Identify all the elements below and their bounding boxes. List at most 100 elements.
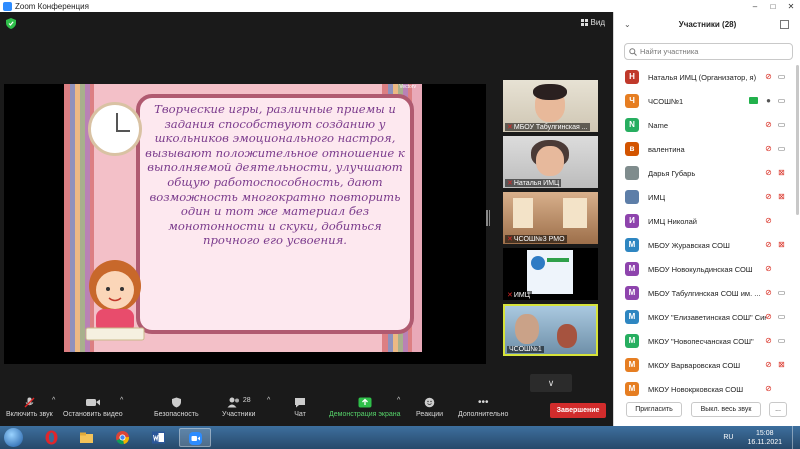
screen-share-view[interactable]: Vectorv Творческие игры, различные прием… xyxy=(4,84,486,364)
video-thumbnail[interactable]: ✕ЧСОШ№3 РМО xyxy=(503,192,598,244)
screen-sharing-icon xyxy=(749,97,758,104)
taskbar-zoom[interactable] xyxy=(179,428,211,447)
taskbar-opera[interactable] xyxy=(36,428,68,447)
thumbnails-scroll-down-button[interactable]: ∨ xyxy=(530,374,572,392)
thumbnail-name: ЧСОШ№1 xyxy=(507,346,544,353)
collapse-chevron-icon[interactable]: ⌄ xyxy=(624,20,631,29)
participant-row[interactable]: М МКОУ Варваровская СОШ ⊘ ⊠ xyxy=(614,353,800,377)
show-desktop-button[interactable] xyxy=(792,426,800,449)
taskbar-clock[interactable]: 15:08 16.11.2021 xyxy=(747,429,782,447)
audio-options-caret[interactable]: ^ xyxy=(52,397,55,404)
security-button[interactable]: Безопасность xyxy=(154,397,199,418)
shield-icon[interactable] xyxy=(6,18,16,29)
participant-row[interactable]: Дарья Губарь ⊘ ⊠ xyxy=(614,161,800,185)
participant-row[interactable]: Н Наталья ИМЦ (Организатор, я) ⊘ ▭ xyxy=(614,65,800,89)
invite-button[interactable]: Пригласить xyxy=(626,402,682,417)
mic-off-icon: ✕ xyxy=(507,292,513,299)
participant-row[interactable]: N Name ⊘ ▭ xyxy=(614,113,800,137)
emoji-plus-icon xyxy=(424,397,434,408)
zoom-app-icon xyxy=(189,432,202,445)
language-indicator[interactable]: RU xyxy=(723,434,733,441)
mic-off-icon: ⊘ xyxy=(765,216,772,225)
camera-icon: ▭ xyxy=(777,72,786,81)
zoom-logo-icon xyxy=(3,1,12,11)
share-options-caret[interactable]: ^ xyxy=(397,397,400,404)
participant-row[interactable]: М МКОУ "Новопесчанская СОШ" ⊘ ▭ xyxy=(614,329,800,353)
stop-video-button[interactable]: Остановить видео xyxy=(63,397,123,418)
thumbnail-name: ✕ЧСОШ№3 РМО xyxy=(505,235,567,243)
participant-avatar: в xyxy=(625,142,639,156)
mic-off-icon: ⊘ xyxy=(765,336,772,345)
participant-row[interactable]: в валентина ⊘ ▭ xyxy=(614,137,800,161)
end-meeting-button[interactable]: Завершение xyxy=(550,403,606,418)
mute-all-button[interactable]: Выкл. весь звук xyxy=(691,402,761,417)
participants-options-caret[interactable]: ^ xyxy=(267,397,270,404)
participant-name: Наталья ИМЦ (Организатор, я) xyxy=(648,72,757,82)
thumbnail-name: ✕ИМЦ xyxy=(505,291,532,299)
video-thumbnail-active-speaker[interactable]: ЧСОШ№1 xyxy=(503,304,598,356)
minimize-button[interactable]: – xyxy=(746,2,764,11)
search-placeholder: Найти участника xyxy=(640,47,699,56)
camera-icon: ▭ xyxy=(777,288,786,297)
video-options-caret[interactable]: ^ xyxy=(120,397,123,404)
participant-avatar: N xyxy=(625,118,639,132)
start-button[interactable] xyxy=(4,428,23,447)
close-button[interactable]: ✕ xyxy=(782,2,800,11)
meeting-toolbar: Включить звук ^ Остановить видео ^ Безоп… xyxy=(0,395,613,426)
taskbar-explorer[interactable] xyxy=(71,428,103,447)
view-label: Вид xyxy=(590,18,605,27)
more-dots-icon: ••• xyxy=(477,397,489,408)
participant-name: ЧСОШ№1 xyxy=(648,96,684,106)
maximize-button[interactable]: □ xyxy=(764,2,782,11)
windows-taskbar: RU 15:08 16.11.2021 xyxy=(0,426,800,449)
video-thumbnail[interactable]: ✕МБОУ Табулгинская ... xyxy=(503,80,598,132)
participant-avatar: М xyxy=(625,382,639,396)
camera-icon: ▭ xyxy=(777,120,786,129)
mic-off-icon: ⊘ xyxy=(765,144,772,153)
participant-row[interactable]: М МБОУ Журавская СОШ ⊘ ⊠ xyxy=(614,233,800,257)
participant-name: Дарья Губарь xyxy=(648,168,696,178)
participant-search-input[interactable]: Найти участника xyxy=(624,43,793,60)
participant-row[interactable]: Ч ЧСОШ№1 ● ▭ xyxy=(614,89,800,113)
chat-label: Чат xyxy=(294,411,306,418)
thumbnail-name: ✕Наталья ИМЦ xyxy=(505,179,562,187)
camera-icon: ▭ xyxy=(777,96,786,105)
participants-count: 28 xyxy=(242,397,251,404)
participant-list: Н Наталья ИМЦ (Организатор, я) ⊘ ▭ Ч ЧСОШ№1 ● ▭… xyxy=(614,65,800,401)
unmute-button[interactable]: Включить звук xyxy=(6,397,53,418)
pop-out-icon[interactable] xyxy=(780,20,789,29)
participant-avatar: М xyxy=(625,358,639,372)
participants-label: Участники xyxy=(222,411,256,418)
participant-row[interactable]: И ИМЦ Николай ⊘ xyxy=(614,209,800,233)
participant-row[interactable]: ИМЦ ⊘ ⊠ xyxy=(614,185,800,209)
participant-avatar: М xyxy=(625,238,639,252)
taskbar-chrome[interactable] xyxy=(107,428,139,447)
chat-button[interactable]: Чат xyxy=(294,397,306,418)
panel-more-button[interactable]: ... xyxy=(769,402,787,417)
view-button[interactable]: Вид xyxy=(580,18,605,27)
participant-row[interactable]: М МБОУ Новокульдинская СОШ ⊘ xyxy=(614,257,800,281)
video-thumbnail[interactable]: ✕ИМЦ xyxy=(503,248,598,300)
camera-icon: ▭ xyxy=(777,144,786,153)
title-bar: Zoom Конференция – □ ✕ xyxy=(0,0,800,12)
mic-off-icon: ⊘ xyxy=(765,72,772,81)
more-label: Дополнительно xyxy=(458,411,509,418)
participant-avatar: Ч xyxy=(625,94,639,108)
system-tray: RU 15:08 16.11.2021 xyxy=(723,426,800,449)
mic-off-icon: ✕ xyxy=(507,124,513,131)
chevron-down-icon: ∨ xyxy=(547,378,555,388)
camera-off-icon: ⊠ xyxy=(778,168,785,177)
participant-row[interactable]: М МБОУ Табулгинская СОШ им. ... ⊘ ▭ xyxy=(614,281,800,305)
more-button[interactable]: ••• Дополнительно xyxy=(458,397,508,418)
participant-avatar: М xyxy=(625,286,639,300)
taskbar-time: 15:08 xyxy=(755,429,774,437)
mic-off-icon: ⊘ xyxy=(765,192,772,201)
split-handle[interactable] xyxy=(486,210,489,226)
taskbar-word[interactable] xyxy=(143,428,175,447)
share-screen-button[interactable]: Демонстрация экрана xyxy=(329,397,401,418)
reactions-button[interactable]: Реакции xyxy=(416,397,443,418)
participants-button[interactable]: 28 Участники xyxy=(222,397,255,418)
participant-list-scrollbar[interactable] xyxy=(796,65,799,215)
participant-row[interactable]: М МКОУ "Елизаветинская СОШ" Син... ⊘ ▭ xyxy=(614,305,800,329)
video-thumbnail[interactable]: ✕Наталья ИМЦ xyxy=(503,136,598,188)
